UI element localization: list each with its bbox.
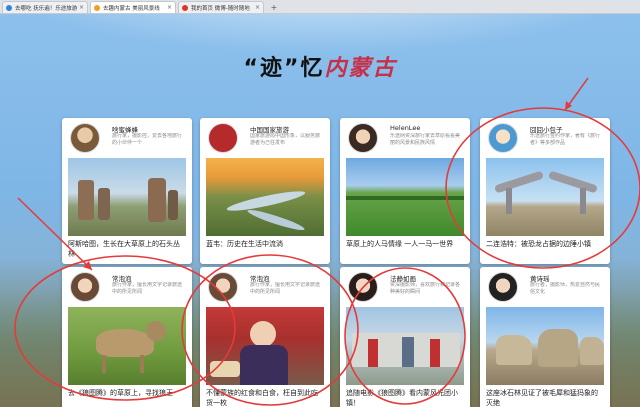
avatar [488, 272, 518, 302]
sky-cloud-decoration [0, 14, 640, 54]
author-description: 旅行作家，擅长用文字记录旅途中的所见所闻 [250, 282, 321, 295]
card-header: HelenLee 乐途网资深旅行家去草原看看美丽的风景和民族风情 [340, 118, 470, 158]
card-caption[interactable]: 追随电影《狼图腾》看内蒙风光团小镇！ [340, 385, 470, 407]
card-header: 啥蜜蜂蜂 旅行家，摄影控，爱去各地旅行的小伙伴一个 [62, 118, 192, 158]
avatar [70, 123, 100, 153]
card-caption[interactable]: 草原上的人马情缘 一人一马一世界 [340, 236, 470, 264]
avatar [488, 123, 518, 153]
tab-title: 我的首页 微博-随时随地 [191, 5, 250, 12]
tab-favicon-icon [182, 4, 188, 11]
article-card[interactable]: 啥蜜蜂蜂 旅行家，摄影控，爱去各地旅行的小伙伴一个 阿斯哈图，生长在大草原上的石… [62, 118, 192, 264]
card-caption[interactable]: 去《狼图腾》的草原上，寻找狼王 [62, 385, 192, 407]
avatar [208, 272, 238, 302]
author-description: 旅行者，摄影师，热爱自然与民俗文化 [530, 282, 601, 295]
author-name[interactable]: HelenLee [390, 124, 420, 132]
card-header: 黄诗瑶 旅行者，摄影师，热爱自然与民俗文化 [480, 267, 610, 307]
tab-favicon-icon [6, 4, 12, 11]
card-header: 囧囧小包子 乐途旅行签约作家，著有《旅行者》等多部作品 [480, 118, 610, 158]
article-card[interactable]: 中国国家旅游 国家旅游局中国形象，以服务旅游者为己任发布 蓝韦：历史在生活中流淌 [200, 118, 330, 264]
card-caption[interactable]: 二连浩特：被恐龙占据的边陲小镇 [480, 236, 610, 264]
tab-title: 去哪吃 抚乐遍！乐途旅游 [15, 5, 77, 12]
card-photo[interactable] [206, 158, 324, 236]
browser-tab-2[interactable]: 去趣内蒙古 美丽风景线 × [90, 1, 176, 13]
author-description: 资深摄影师，喜欢旅行和记录各种美好的瞬间 [390, 282, 461, 295]
tab-favicon-icon [94, 4, 100, 11]
tab-close-icon[interactable]: × [255, 4, 260, 11]
card-photo[interactable] [68, 158, 186, 236]
browser-tab-1[interactable]: 去哪吃 抚乐遍！乐途旅游 × [2, 1, 88, 13]
page-content: “迹”忆内蒙古 啥蜜蜂蜂 旅行家，摄影控，爱去各地旅行的小伙伴一个 阿斯哈图，生… [0, 14, 640, 407]
card-photo[interactable] [486, 307, 604, 385]
page-title: “迹”忆内蒙古 [0, 50, 640, 82]
title-accent: 内蒙古 [324, 55, 397, 81]
card-header: 常泡泡 旅行作家，擅长用文字记录旅途中的所见所闻 [62, 267, 192, 307]
avatar [70, 272, 100, 302]
article-card[interactable]: 法静如画 资深摄影师，喜欢旅行和记录各种美好的瞬间 追随电影《狼图腾》看内蒙风光… [340, 267, 470, 407]
card-photo[interactable] [206, 307, 324, 385]
avatar [348, 123, 378, 153]
card-photo[interactable] [346, 158, 464, 236]
article-card[interactable]: 常泡泡 旅行作家，擅长用文字记录旅途中的所见所闻 不懂蒙族的红食和白食，枉自到此… [200, 267, 330, 407]
card-caption[interactable]: 蓝韦：历史在生活中流淌 [200, 236, 330, 264]
author-description: 国家旅游局中国形象，以服务旅游者为己任发布 [250, 133, 321, 146]
tab-close-icon[interactable]: × [167, 4, 172, 11]
article-card[interactable]: 黄诗瑶 旅行者，摄影师，热爱自然与民俗文化 这座冰石林见证了被毛犀和猛犸象的灭绝 [480, 267, 610, 407]
author-description: 乐途旅行签约作家，著有《旅行者》等多部作品 [530, 133, 601, 146]
title-prefix: “迹”忆 [243, 56, 325, 81]
card-caption[interactable]: 不懂蒙族的红食和白食，枉自到此吃货一枚 [200, 385, 330, 407]
card-header: 中国国家旅游 国家旅游局中国形象，以服务旅游者为己任发布 [200, 118, 330, 158]
card-header: 法静如画 资深摄影师，喜欢旅行和记录各种美好的瞬间 [340, 267, 470, 307]
new-tab-button[interactable]: + [268, 1, 280, 13]
card-caption[interactable]: 阿斯哈图，生长在大草原上的石头丛林 [62, 236, 192, 264]
card-photo[interactable] [68, 307, 186, 385]
card-caption[interactable]: 这座冰石林见证了被毛犀和猛犸象的灭绝 [480, 385, 610, 407]
card-photo[interactable] [346, 307, 464, 385]
browser-tab-bar: 去哪吃 抚乐遍！乐途旅游 × 去趣内蒙古 美丽风景线 × 我的首页 微博-随时随… [0, 0, 640, 14]
author-description: 乐途网资深旅行家去草原看看美丽的风景和民族风情 [390, 133, 461, 146]
tab-title: 去趣内蒙古 美丽风景线 [103, 5, 160, 12]
article-card[interactable]: 囧囧小包子 乐途旅行签约作家，著有《旅行者》等多部作品 二连浩特：被恐龙占据的边… [480, 118, 610, 264]
card-header: 常泡泡 旅行作家，擅长用文字记录旅途中的所见所闻 [200, 267, 330, 307]
tab-close-icon[interactable]: × [79, 4, 84, 11]
author-description: 旅行作家，擅长用文字记录旅途中的所见所闻 [112, 282, 183, 295]
avatar [348, 272, 378, 302]
article-card[interactable]: 常泡泡 旅行作家，擅长用文字记录旅途中的所见所闻 去《狼图腾》的草原上，寻找狼王 [62, 267, 192, 407]
author-description: 旅行家，摄影控，爱去各地旅行的小伙伴一个 [112, 133, 183, 146]
article-card[interactable]: HelenLee 乐途网资深旅行家去草原看看美丽的风景和民族风情 草原上的人马情… [340, 118, 470, 264]
card-photo[interactable] [486, 158, 604, 236]
avatar [208, 123, 238, 153]
browser-tab-3[interactable]: 我的首页 微博-随时随地 × [178, 1, 264, 13]
